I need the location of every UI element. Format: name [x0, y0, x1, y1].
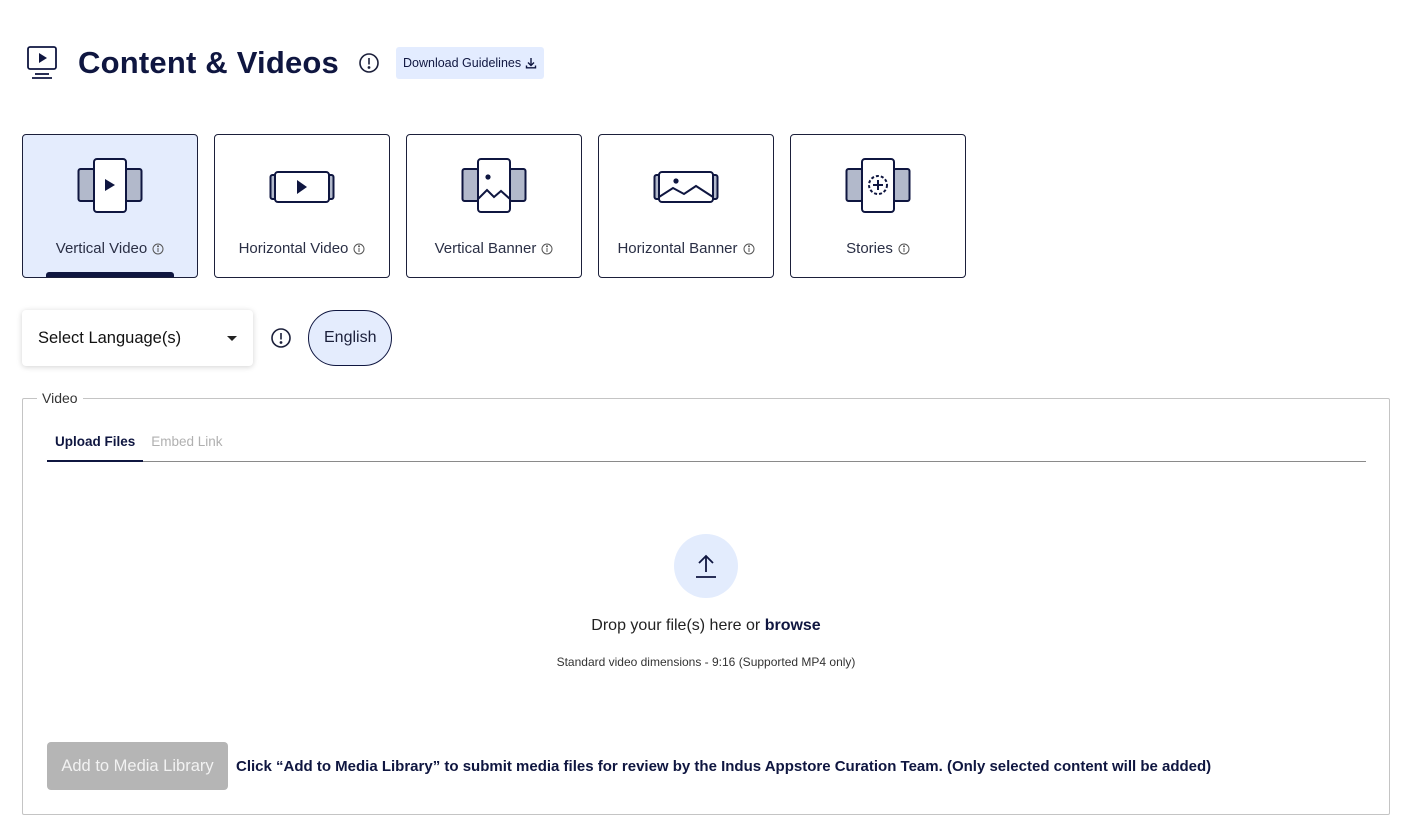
dimensions-note: Standard video dimensions - 9:16 (Suppor…: [556, 655, 856, 669]
stories-icon: [845, 158, 911, 213]
card-label: Vertical Banner: [434, 240, 537, 257]
language-select[interactable]: Select Language(s): [22, 310, 253, 366]
video-panel: Video Upload Files Embed Link Drop your …: [22, 390, 1390, 815]
content-type-card-vertical-banner[interactable]: Vertical Banner: [406, 134, 582, 278]
language-chip-label: English: [324, 329, 377, 346]
drop-zone-text: Drop your file(s) here or browse: [23, 617, 1389, 635]
content-type-card-stories[interactable]: Stories: [790, 134, 966, 278]
horizontal-video-icon: [269, 171, 335, 203]
video-panel-legend: Video: [37, 390, 83, 406]
info-icon[interactable]: [743, 243, 755, 255]
browse-link[interactable]: browse: [765, 617, 821, 634]
download-guidelines-button[interactable]: Download Guidelines: [395, 47, 545, 79]
vertical-video-icon: [77, 158, 143, 213]
content-type-card-vertical-video[interactable]: Vertical Video: [22, 134, 198, 278]
language-chip-english[interactable]: English: [308, 310, 393, 366]
monitor-play-icon: [27, 46, 57, 79]
card-label: Vertical Video: [55, 240, 148, 257]
language-row: Select Language(s) English: [22, 310, 393, 366]
tab-embed-link[interactable]: Embed Link: [143, 431, 230, 462]
card-label: Stories: [846, 240, 893, 257]
content-type-selector: Vertical Video Horizontal Video Vertical…: [22, 134, 966, 278]
page-title: Content & Videos: [78, 45, 339, 80]
exclamation-circle-icon[interactable]: [358, 52, 380, 74]
download-icon: [525, 58, 537, 69]
upload-button[interactable]: [674, 534, 738, 598]
info-icon[interactable]: [353, 243, 365, 255]
add-to-library-note: Click “Add to Media Library” to submit m…: [236, 757, 1212, 775]
card-label: Horizontal Banner: [617, 240, 738, 257]
download-guidelines-label: Download Guidelines: [402, 56, 522, 70]
video-source-tabs: Upload Files Embed Link: [47, 431, 1366, 462]
page-header: Content & Videos Download Guidelines: [26, 44, 545, 82]
add-to-media-library-button[interactable]: Add to Media Library: [47, 742, 228, 790]
content-type-card-horizontal-banner[interactable]: Horizontal Banner: [598, 134, 774, 278]
drop-instruction: Drop your file(s) here or: [591, 617, 765, 634]
card-label: Horizontal Video: [238, 240, 349, 257]
upload-icon: [696, 554, 716, 578]
selected-indicator: [46, 272, 174, 277]
language-select-label: Select Language(s): [38, 328, 182, 347]
info-icon[interactable]: [152, 243, 164, 255]
content-type-card-horizontal-video[interactable]: Horizontal Video: [214, 134, 390, 278]
caret-down-icon: [227, 335, 237, 341]
info-icon[interactable]: [898, 243, 910, 255]
tab-upload-files[interactable]: Upload Files: [47, 431, 144, 462]
info-icon[interactable]: [541, 243, 553, 255]
exclamation-circle-icon[interactable]: [270, 327, 292, 349]
horizontal-banner-icon: [653, 171, 719, 203]
vertical-banner-icon: [461, 158, 527, 213]
media-library-row: Add to Media Library Click “Add to Media…: [47, 742, 1211, 790]
